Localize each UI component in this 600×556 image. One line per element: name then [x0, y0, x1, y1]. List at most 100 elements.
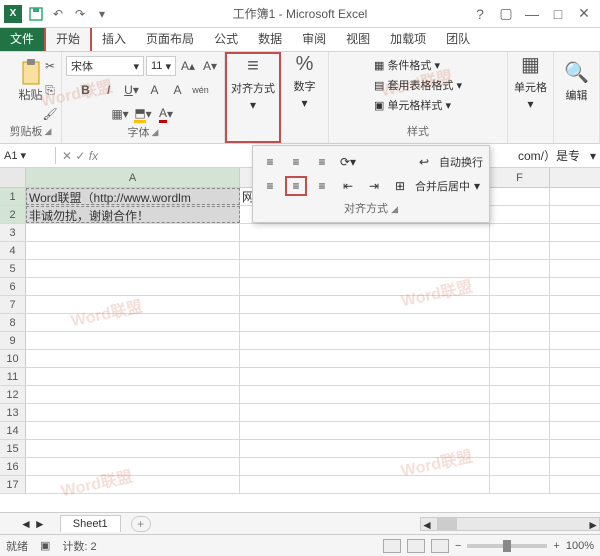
- cell[interactable]: [26, 242, 240, 259]
- cell[interactable]: [26, 440, 240, 457]
- cell[interactable]: [490, 386, 550, 403]
- cell[interactable]: [240, 242, 490, 259]
- row-header[interactable]: 10: [0, 350, 26, 367]
- cell-style-button[interactable]: ▣单元格样式▾: [374, 96, 462, 114]
- cut-icon[interactable]: ✂: [40, 56, 60, 76]
- font-launcher-icon[interactable]: ◢: [152, 127, 159, 138]
- table-format-button[interactable]: ▤套用表格格式▾: [374, 76, 462, 94]
- cell[interactable]: [240, 404, 490, 421]
- row-header[interactable]: 11: [0, 368, 26, 385]
- cell[interactable]: [490, 440, 550, 457]
- col-header-f[interactable]: F: [490, 168, 550, 187]
- cell[interactable]: Word联盟（http://www.wordlm: [26, 188, 240, 205]
- horizontal-scrollbar[interactable]: ◄ ►: [420, 517, 600, 531]
- redo-icon[interactable]: ↷: [72, 6, 88, 22]
- increase-font-icon[interactable]: A▴: [178, 56, 198, 76]
- help-icon[interactable]: ?: [468, 4, 492, 24]
- cells-button[interactable]: ▦ 单元格 ▾: [509, 56, 553, 106]
- qat-dropdown-icon[interactable]: ▾: [94, 6, 110, 22]
- scroll-thumb[interactable]: [437, 518, 457, 530]
- tab-insert[interactable]: 插入: [92, 26, 136, 51]
- tab-view[interactable]: 视图: [336, 26, 380, 51]
- row-header[interactable]: 7: [0, 296, 26, 313]
- zoom-slider[interactable]: [467, 544, 547, 548]
- scroll-right-icon[interactable]: ►: [587, 518, 599, 530]
- save-icon[interactable]: [28, 6, 44, 22]
- row-header[interactable]: 14: [0, 422, 26, 439]
- view-normal-icon[interactable]: [383, 539, 401, 553]
- tab-layout[interactable]: 页面布局: [136, 26, 204, 51]
- tab-formula[interactable]: 公式: [204, 26, 248, 51]
- font-lower-icon[interactable]: A: [168, 80, 188, 100]
- cell[interactable]: [490, 422, 550, 439]
- row-header[interactable]: 16: [0, 458, 26, 475]
- zoom-thumb[interactable]: [503, 540, 511, 552]
- underline-icon[interactable]: U▾: [122, 80, 142, 100]
- tab-home[interactable]: 开始: [44, 24, 92, 51]
- align-center-icon[interactable]: ≡: [285, 176, 307, 196]
- formula-expand-icon[interactable]: ▾: [586, 149, 600, 163]
- excel-icon[interactable]: X: [4, 5, 22, 23]
- row-header[interactable]: 4: [0, 242, 26, 259]
- cell[interactable]: [490, 476, 550, 493]
- row-header[interactable]: 8: [0, 314, 26, 331]
- decrease-indent-icon[interactable]: ⇤: [337, 176, 359, 196]
- row-header[interactable]: 9: [0, 332, 26, 349]
- cell[interactable]: [26, 404, 240, 421]
- cell[interactable]: [490, 404, 550, 421]
- select-all-corner[interactable]: [0, 168, 26, 187]
- increase-indent-icon[interactable]: ⇥: [363, 176, 385, 196]
- cell[interactable]: [240, 458, 490, 475]
- align-middle-icon[interactable]: ≡: [285, 152, 307, 172]
- cell[interactable]: [26, 368, 240, 385]
- scroll-left-icon[interactable]: ◄: [421, 518, 433, 530]
- sheet-tab[interactable]: Sheet1: [60, 515, 121, 532]
- cell[interactable]: [26, 386, 240, 403]
- orientation-icon[interactable]: ⟳▾: [337, 152, 359, 172]
- cell[interactable]: [490, 458, 550, 475]
- cell[interactable]: [26, 224, 240, 241]
- row-header[interactable]: 1: [0, 188, 26, 205]
- cell[interactable]: [490, 278, 550, 295]
- cell[interactable]: [490, 296, 550, 313]
- cell[interactable]: [240, 278, 490, 295]
- tab-addin[interactable]: 加载项: [380, 26, 436, 51]
- view-layout-icon[interactable]: [407, 539, 425, 553]
- col-header-a[interactable]: A: [26, 168, 240, 187]
- cell[interactable]: [240, 332, 490, 349]
- cell[interactable]: [490, 242, 550, 259]
- cell[interactable]: [240, 314, 490, 331]
- cell[interactable]: [240, 440, 490, 457]
- cell[interactable]: [26, 296, 240, 313]
- maximize-icon[interactable]: □: [546, 4, 570, 24]
- sheet-nav-next-icon[interactable]: ►: [34, 517, 46, 531]
- align-left-icon[interactable]: ≡: [259, 176, 281, 196]
- tab-data[interactable]: 数据: [248, 26, 292, 51]
- alignment-button[interactable]: ≡ 对齐方式 ▾: [231, 58, 275, 108]
- tab-file[interactable]: 文件: [0, 26, 44, 51]
- view-pagebreak-icon[interactable]: [431, 539, 449, 553]
- minimize-icon[interactable]: —: [520, 4, 544, 24]
- cell[interactable]: [26, 350, 240, 367]
- bold-icon[interactable]: B: [76, 80, 96, 100]
- align-bottom-icon[interactable]: ≡: [311, 152, 333, 172]
- tab-team[interactable]: 团队: [436, 26, 480, 51]
- cell[interactable]: [490, 224, 550, 241]
- decrease-font-icon[interactable]: A▾: [200, 56, 220, 76]
- zoom-out-icon[interactable]: −: [455, 540, 461, 552]
- number-button[interactable]: % 数字 ▾: [283, 56, 327, 106]
- row-header[interactable]: 12: [0, 386, 26, 403]
- fill-color-icon[interactable]: ⬒▾: [133, 104, 153, 124]
- copy-icon[interactable]: ⎘: [40, 80, 60, 100]
- align-right-icon[interactable]: ≡: [311, 176, 333, 196]
- macro-record-icon[interactable]: ▣: [40, 539, 50, 552]
- cell[interactable]: [240, 260, 490, 277]
- conditional-format-button[interactable]: ▦条件格式▾: [374, 56, 462, 74]
- zoom-in-icon[interactable]: +: [553, 540, 559, 552]
- cell[interactable]: [26, 422, 240, 439]
- wrap-text-icon[interactable]: ↩: [413, 152, 435, 172]
- tab-review[interactable]: 审阅: [292, 26, 336, 51]
- font-color-icon[interactable]: A▾: [156, 104, 176, 124]
- cell[interactable]: [26, 314, 240, 331]
- cell[interactable]: [26, 458, 240, 475]
